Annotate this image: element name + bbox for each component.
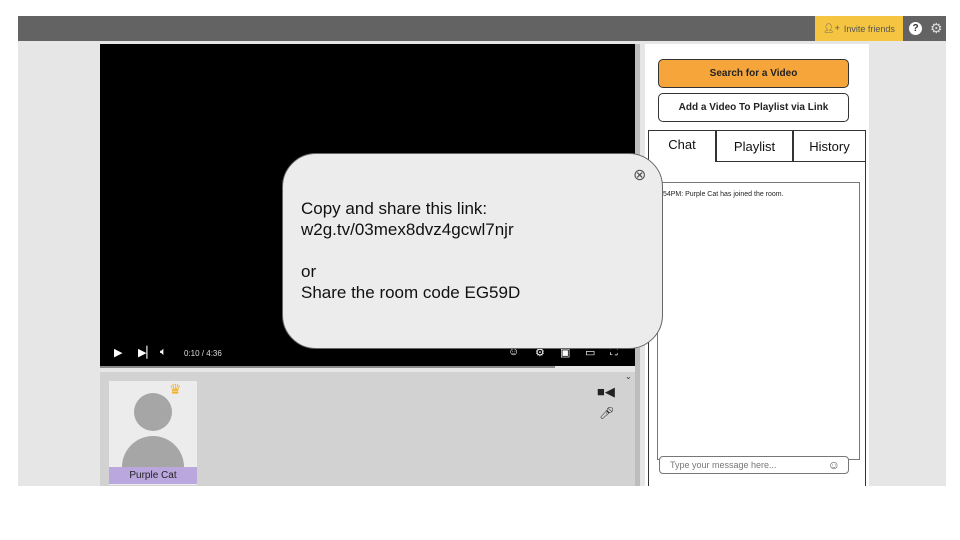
play-icon[interactable]: ▶ bbox=[114, 346, 122, 359]
microphone-icon[interactable]: 🎤︎ bbox=[599, 406, 614, 420]
sidebar-tabs: Chat Playlist History bbox=[648, 130, 866, 162]
room-code-text: Share the room code EG59D bbox=[301, 283, 521, 302]
invite-friends-label: Invite friends bbox=[843, 23, 895, 34]
add-user-icon: 👤︎+ bbox=[823, 23, 840, 33]
help-icon[interactable]: ? bbox=[909, 22, 922, 35]
share-link-popup: ⊗ Copy and share this link: w2g.tv/03mex… bbox=[282, 153, 663, 349]
add-video-link-button[interactable]: Add a Video To Playlist via Link bbox=[658, 93, 849, 122]
top-bar: 👤︎+ Invite friends ? ⚙ bbox=[18, 16, 946, 41]
search-video-button[interactable]: Search for a Video bbox=[658, 59, 849, 88]
sidebar: Search for a Video Add a Video To Playli… bbox=[645, 44, 869, 486]
avatar-head bbox=[134, 393, 172, 431]
crown-icon: ♛ bbox=[169, 381, 182, 397]
chat-placeholder: Type your message here... bbox=[670, 460, 777, 470]
tab-history[interactable]: History bbox=[793, 130, 866, 162]
user-name-label: Purple Cat bbox=[109, 467, 197, 484]
emoji-icon[interactable]: ☺ bbox=[828, 458, 840, 472]
chat-message: :54PM: Purple Cat has joined the room. bbox=[661, 191, 784, 198]
volume-icon[interactable]: 🔈︎ bbox=[160, 346, 167, 359]
close-icon[interactable]: ⊗ bbox=[633, 165, 646, 185]
tab-playlist[interactable]: Playlist bbox=[716, 130, 793, 162]
camera-icon[interactable]: ■◀ bbox=[597, 384, 615, 400]
share-text: Copy and share this link: w2g.tv/03mex8d… bbox=[301, 198, 520, 303]
webcam-area: ♛ Purple Cat ⌄ ■◀ 🎤︎ bbox=[100, 372, 635, 486]
share-link[interactable]: w2g.tv/03mex8dvz4gcwl7njr bbox=[301, 219, 520, 240]
chat-log: :54PM: Purple Cat has joined the room. bbox=[657, 182, 860, 460]
user-tile: ♛ Purple Cat bbox=[109, 381, 197, 485]
or-text: or bbox=[301, 262, 317, 281]
time-display: 0:10 / 4:36 bbox=[184, 349, 222, 358]
invite-friends-button[interactable]: 👤︎+ Invite friends bbox=[815, 16, 903, 41]
next-icon[interactable]: ▶▏ bbox=[138, 346, 155, 359]
gear-icon[interactable]: ⚙ bbox=[930, 19, 943, 37]
progress-bar[interactable] bbox=[100, 366, 555, 368]
chevron-down-icon[interactable]: ⌄ bbox=[625, 372, 632, 381]
share-instruction: Copy and share this link: bbox=[301, 199, 488, 218]
chat-input[interactable]: Type your message here... ☺ bbox=[659, 456, 849, 474]
chat-panel: :54PM: Purple Cat has joined the room. T… bbox=[648, 162, 866, 486]
tab-chat[interactable]: Chat bbox=[648, 130, 716, 162]
